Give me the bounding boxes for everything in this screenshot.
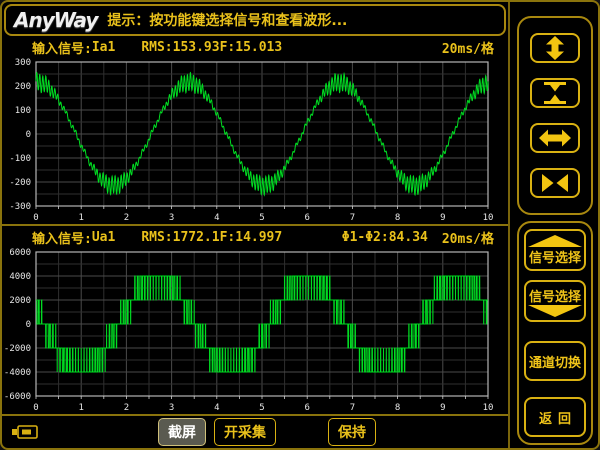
y-tick-label: 2000 <box>9 296 31 306</box>
freq-value: 14.997 <box>235 230 282 245</box>
x-tick-label: 7 <box>350 403 355 413</box>
x-tick-label: 5 <box>259 213 264 223</box>
expand-horizontal-button[interactable] <box>530 123 580 153</box>
x-tick-label: 6 <box>304 213 309 223</box>
x-tick-label: 4 <box>214 213 219 223</box>
rms-label: RMS: <box>141 230 172 245</box>
rms-value: 153.93 <box>173 40 220 55</box>
y-tick-label: 300 <box>15 58 31 68</box>
x-tick-label: 3 <box>169 403 174 413</box>
x-tick-label: 0 <box>33 213 38 223</box>
zoom-button-group <box>517 16 593 215</box>
y-tick-label: 4000 <box>9 272 31 282</box>
signal-select-up-button[interactable]: 信号选择 <box>524 229 586 271</box>
x-tick-label: 2 <box>124 213 129 223</box>
x-tick-label: 7 <box>350 213 355 223</box>
current-chart-panel: 输入信号: Ia1 RMS: 153.93 F: 15.013 20ms/格 3… <box>2 36 508 224</box>
x-tick-label: 8 <box>395 213 400 223</box>
y-tick-label: -200 <box>9 178 31 188</box>
x-tick-label: 10 <box>483 403 494 413</box>
timebase-value: 20ms/格 <box>442 38 494 57</box>
hint-text: 提示：按功能键选择信号和查看波形... <box>107 10 347 30</box>
signal-label: 输入信号: <box>32 228 92 247</box>
signal-select-down-label: 信号选择 <box>529 286 581 305</box>
y-tick-label: -2000 <box>4 344 31 354</box>
expand-vertical-button[interactable] <box>530 33 580 63</box>
x-tick-label: 0 <box>33 403 38 413</box>
hold-button[interactable]: 保持 <box>328 418 376 446</box>
channel-switch-button[interactable]: 通道切换 <box>524 341 586 381</box>
y-tick-label: -300 <box>9 202 31 212</box>
usb-icon <box>10 423 40 441</box>
y-tick-label: 100 <box>15 106 31 116</box>
signal-select-up-label: 信号选择 <box>529 247 581 266</box>
sidebar: 信号选择 信号选择 通道切换 返 回 <box>508 2 598 448</box>
y-tick-label: 6000 <box>9 248 31 258</box>
timebase-value: 20ms/格 <box>442 228 494 247</box>
compress-horizontal-icon <box>539 171 571 195</box>
phase-label: Φ1-Φ2: <box>342 230 389 245</box>
signal-select-down-button[interactable]: 信号选择 <box>524 280 586 322</box>
x-tick-label: 6 <box>304 403 309 413</box>
rms-value: 1772.1 <box>173 230 220 245</box>
start-capture-button[interactable]: 开采集 <box>214 418 276 446</box>
back-button[interactable]: 返 回 <box>524 397 586 437</box>
x-tick-label: 1 <box>78 403 83 413</box>
screenshot-button[interactable]: 截屏 <box>158 418 206 446</box>
y-tick-label: 0 <box>26 320 31 330</box>
back-label-right: 回 <box>558 408 571 427</box>
x-tick-label: 4 <box>214 403 219 413</box>
expand-vertical-icon <box>539 36 571 60</box>
expand-horizontal-icon <box>539 126 571 150</box>
signal-name: Ua1 <box>92 230 115 245</box>
analyzer-screen: AnyWay 提示：按功能键选择信号和查看波形... 输入信号: Ia1 RMS… <box>0 0 600 450</box>
channel-switch-label: 通道切换 <box>529 352 581 371</box>
y-tick-label: -4000 <box>4 368 31 378</box>
arrow-up-icon <box>528 235 582 247</box>
x-tick-label: 3 <box>169 213 174 223</box>
main-area: AnyWay 提示：按功能键选择信号和查看波形... 输入信号: Ia1 RMS… <box>2 2 508 448</box>
current-waveform-chart: 3002001000-100-200-300012345678910 <box>2 58 506 224</box>
x-tick-label: 9 <box>440 403 445 413</box>
x-tick-label: 10 <box>483 213 494 223</box>
y-tick-label: -100 <box>9 154 31 164</box>
x-tick-label: 5 <box>259 403 264 413</box>
rms-label: RMS: <box>141 40 172 55</box>
nav-button-group: 信号选择 信号选择 通道切换 返 回 <box>517 221 593 445</box>
phase-value: 84.34 <box>389 230 428 245</box>
signal-label: 输入信号: <box>32 38 92 57</box>
voltage-waveform-chart: 6000400020000-2000-4000-6000012345678910 <box>2 248 506 414</box>
x-tick-label: 2 <box>124 403 129 413</box>
compress-horizontal-button[interactable] <box>530 168 580 198</box>
x-tick-label: 9 <box>440 213 445 223</box>
freq-value: 15.013 <box>235 40 282 55</box>
arrow-down-icon <box>528 305 582 317</box>
compress-vertical-icon <box>539 81 571 105</box>
current-chart-header: 输入信号: Ia1 RMS: 153.93 F: 15.013 20ms/格 <box>2 36 508 58</box>
bottom-toolbar: 截屏 开采集 保持 <box>2 414 508 448</box>
x-tick-label: 8 <box>395 403 400 413</box>
freq-label: F: <box>220 40 236 55</box>
title-bar: AnyWay 提示：按功能键选择信号和查看波形... <box>4 4 506 36</box>
voltage-chart-panel: 输入信号: Ua1 RMS: 1772.1 F: 14.997 Φ1-Φ2: 8… <box>2 224 508 414</box>
y-tick-label: 0 <box>26 130 31 140</box>
x-tick-label: 1 <box>78 213 83 223</box>
back-label-left: 返 <box>539 408 552 427</box>
signal-name: Ia1 <box>92 40 115 55</box>
y-tick-label: -6000 <box>4 392 31 402</box>
y-tick-label: 200 <box>15 82 31 92</box>
compress-vertical-button[interactable] <box>530 78 580 108</box>
anyway-logo: AnyWay <box>14 8 97 32</box>
voltage-chart-header: 输入信号: Ua1 RMS: 1772.1 F: 14.997 Φ1-Φ2: 8… <box>2 226 508 248</box>
freq-label: F: <box>220 230 236 245</box>
